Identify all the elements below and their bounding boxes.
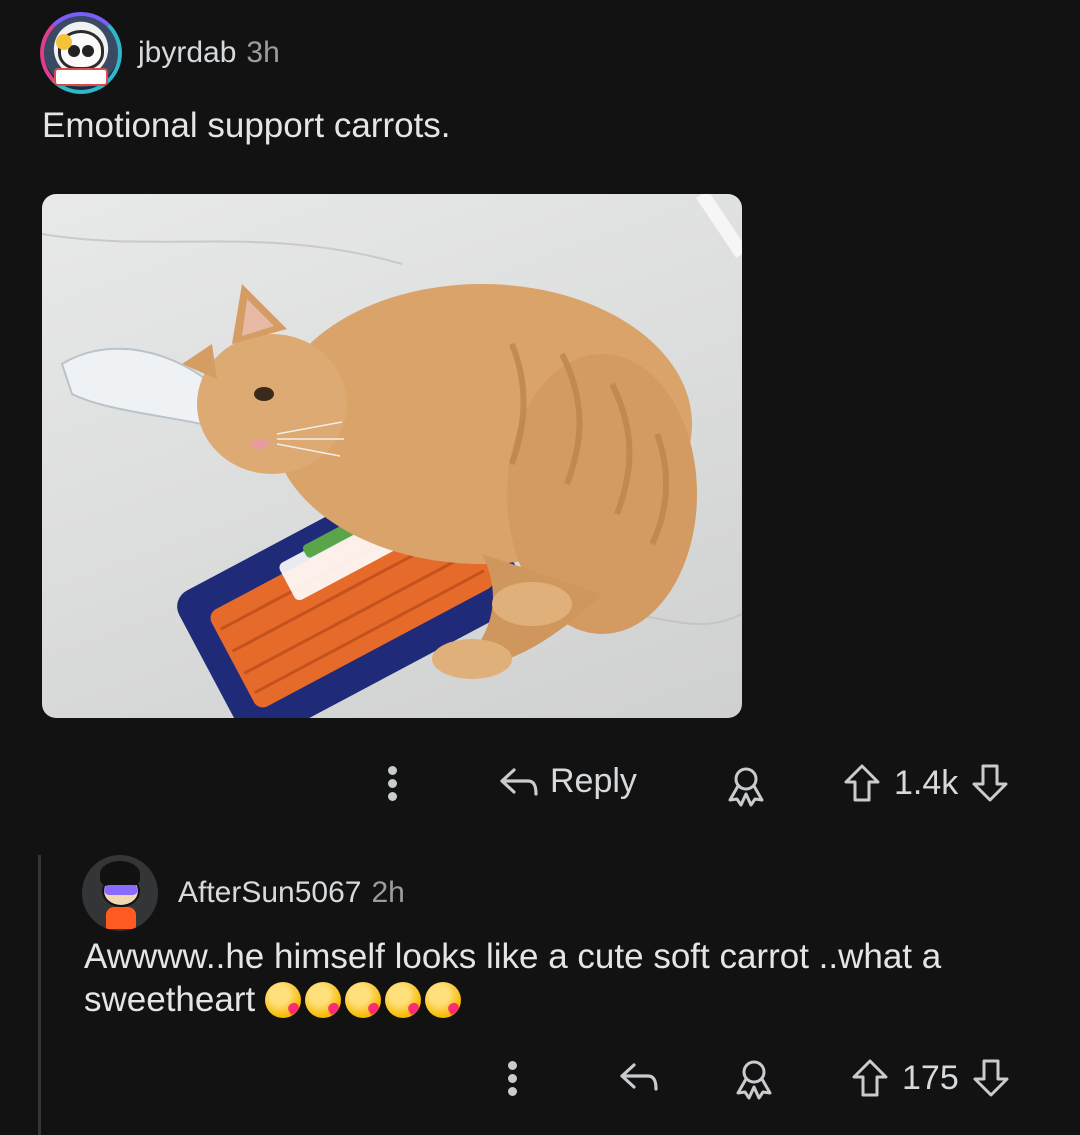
username[interactable]: AfterSun5067 [178,876,361,910]
kissing-face-emoji [384,982,421,1018]
downvote-arrow-icon[interactable] [971,1057,1011,1099]
username[interactable]: jbyrdab [138,36,236,70]
comment-thread: jbyrdab 3h Emotional support carrots. Re… [0,0,1080,1135]
comment-author-row: jbyrdab 3h [40,12,280,94]
avatar[interactable] [82,855,158,931]
reply-text: Awwww..he himself looks like a cute soft… [84,937,942,1019]
upvote-arrow-icon[interactable] [842,762,882,804]
timestamp: 2h [371,876,405,909]
kissing-face-emoji [344,982,381,1018]
comment-body: Emotional support carrots. [42,106,451,145]
award-icon [736,1060,772,1100]
comment-action-bar: Reply 1.4k [0,760,1080,810]
reply-action-bar: 175 [0,1055,1080,1105]
timestamp: 3h [246,36,280,69]
vote-controls: 1.4k [842,762,1010,804]
kissing-face-emoji [304,982,341,1018]
upvote-arrow-icon[interactable] [850,1057,890,1099]
award-button[interactable] [724,764,768,808]
downvote-arrow-icon[interactable] [970,762,1010,804]
more-dots-icon [387,766,397,775]
avatar[interactable] [40,12,122,94]
cat-with-carrots-image [42,194,742,718]
more-dots-icon [507,1061,517,1070]
award-icon [728,767,764,807]
vote-count: 1.4k [894,763,959,802]
reply-arrow-icon [500,767,538,796]
kissing-face-emoji [264,982,301,1018]
award-button[interactable] [732,1057,776,1101]
reply-body: Awwww..he himself looks like a cute soft… [84,935,1044,1021]
reply-arrow-icon [620,1063,658,1091]
reply-author-row: AfterSun5067 2h [82,855,405,931]
more-options-button[interactable] [505,1057,519,1101]
vote-count: 175 [902,1058,959,1097]
reply-label: Reply [550,762,637,800]
kissing-face-emojis [264,980,465,1019]
vote-controls: 175 [850,1057,1011,1099]
reply-button[interactable]: Reply [498,762,637,801]
comment-image[interactable] [42,194,742,718]
kissing-face-emoji [424,982,461,1018]
reply-button[interactable] [618,1059,660,1095]
more-options-button[interactable] [385,762,399,806]
